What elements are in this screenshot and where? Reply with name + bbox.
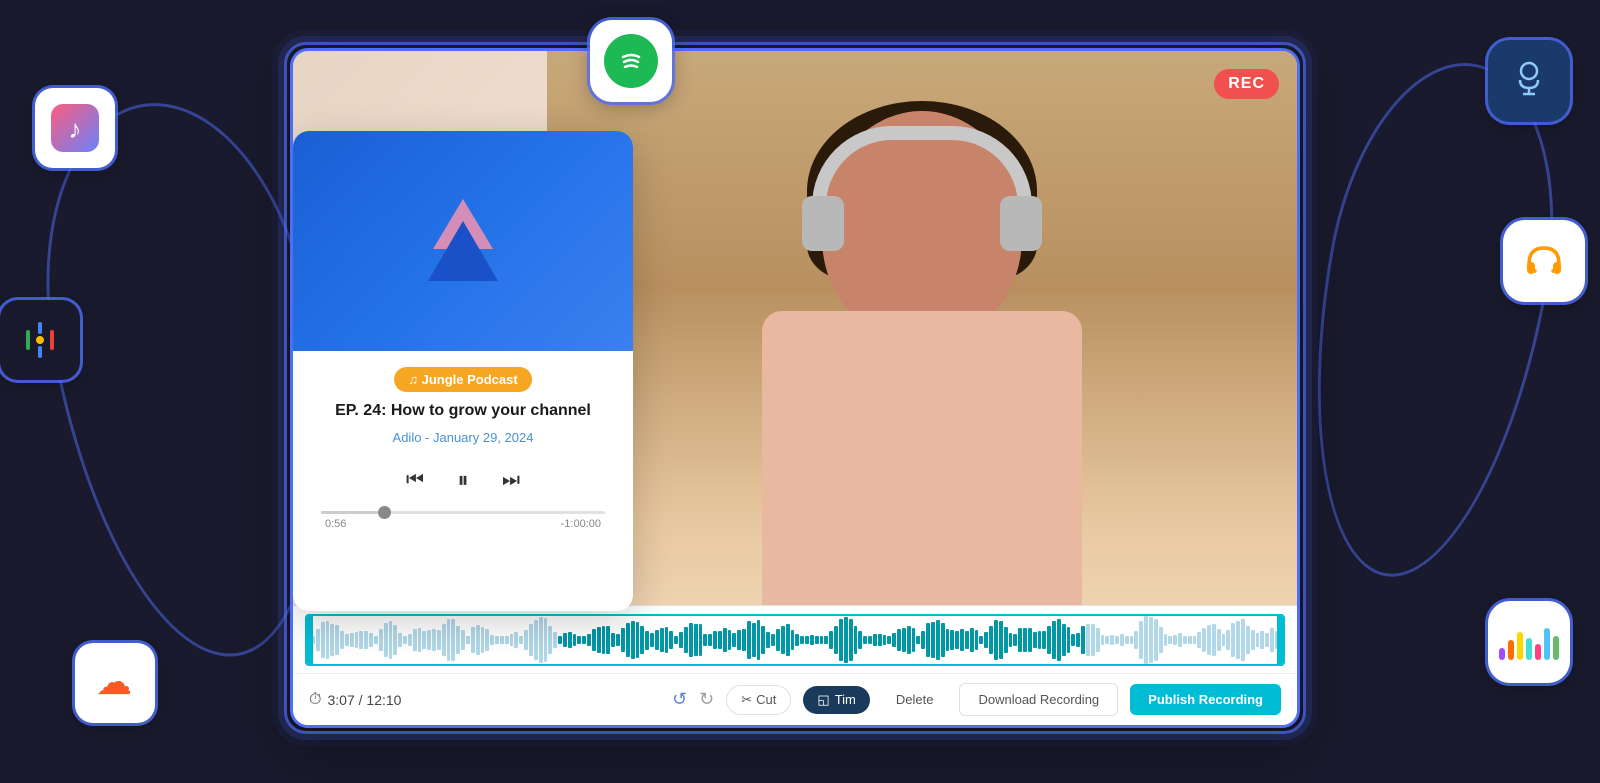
undo-button[interactable]: ↺ xyxy=(672,689,687,710)
delete-button[interactable]: Delete xyxy=(882,686,948,713)
rewind-button[interactable]: ⏮ xyxy=(406,469,424,492)
redo-button[interactable]: ↻ xyxy=(699,689,714,710)
deezer-icon-button[interactable] xyxy=(1488,601,1570,683)
svg-text:♪: ♪ xyxy=(69,114,82,144)
spotify-icon-button[interactable] xyxy=(590,20,672,102)
pause-button[interactable]: ⏸ xyxy=(444,461,482,499)
waveform-track[interactable] xyxy=(305,614,1285,666)
svg-text:☁: ☁ xyxy=(96,661,132,702)
rec-badge: REC xyxy=(1214,69,1279,99)
download-recording-button[interactable]: Download Recording xyxy=(959,683,1118,716)
publish-recording-button[interactable]: Publish Recording xyxy=(1130,684,1281,715)
cut-button[interactable]: ✂ Cut xyxy=(726,685,791,715)
right-blob-decoration xyxy=(1277,45,1584,595)
main-window: REC ♫ Jungle Podcast EP. 24: How to g xyxy=(290,48,1300,728)
podcast-cover xyxy=(293,131,633,351)
spotify-logo-svg xyxy=(614,44,648,78)
video-area: REC xyxy=(547,51,1297,641)
headphones-left-cup xyxy=(802,196,844,251)
google-podcasts-icon-button[interactable] xyxy=(0,300,80,380)
tim-icon: ◱ xyxy=(817,692,829,708)
podcast-person-icon-button[interactable] xyxy=(1488,40,1570,122)
soundcloud-icon-button[interactable]: ☁ xyxy=(75,643,155,723)
cut-label: Cut xyxy=(756,692,776,707)
progress-fill xyxy=(321,511,378,514)
tim-button[interactable]: ◱ Tim xyxy=(803,686,869,714)
soundcloud-svg: ☁ xyxy=(90,658,140,708)
apple-music-svg: ♪ xyxy=(51,104,99,152)
headphones-right-cup xyxy=(1000,196,1042,251)
audible-icon-button[interactable] xyxy=(1503,220,1585,302)
current-time-label: 0:56 xyxy=(325,518,346,530)
player-controls: ⏮ ⏸ ⏭ xyxy=(406,461,520,499)
spotify-circle xyxy=(604,34,658,88)
progress-bar-container: 0:56 -1:00:00 xyxy=(313,511,613,530)
person-figure xyxy=(672,81,1172,641)
podcast-card-body: ♫ Jungle Podcast EP. 24: How to grow you… xyxy=(293,351,633,546)
timeline-area: ⏱ 3:07 / 12:10 ↺ ↻ ✂ Cut ◱ Tim xyxy=(293,605,1297,725)
bottom-toolbar: ⏱ 3:07 / 12:10 ↺ ↻ ✂ Cut ◱ Tim xyxy=(293,673,1297,725)
scissors-icon: ✂ xyxy=(741,692,752,708)
person-body xyxy=(762,311,1082,641)
podcast-title: EP. 24: How to grow your channel xyxy=(335,400,591,422)
waveform-handle-right[interactable] xyxy=(1277,616,1283,664)
time-value: 3:07 / 12:10 xyxy=(327,692,401,708)
podcast-person-svg xyxy=(1506,58,1552,104)
remaining-time-label: -1:00:00 xyxy=(561,518,601,530)
time-display: ⏱ 3:07 / 12:10 xyxy=(309,691,429,709)
podcast-logo-svg xyxy=(413,191,513,291)
waveform-handle-left[interactable] xyxy=(307,616,313,664)
apple-music-icon-button[interactable]: ♪ xyxy=(35,88,115,168)
podcast-author: Adilo - January 29, 2024 xyxy=(393,430,534,445)
podcast-tag: ♫ Jungle Podcast xyxy=(394,367,531,392)
deezer-bars xyxy=(1499,624,1559,660)
tim-label: Tim xyxy=(835,692,856,707)
progress-track[interactable] xyxy=(321,511,605,514)
fast-forward-button[interactable]: ⏭ xyxy=(502,469,520,492)
clock-icon: ⏱ xyxy=(309,691,321,709)
google-podcasts-svg xyxy=(18,318,62,362)
person-head xyxy=(822,111,1022,341)
audible-svg xyxy=(1519,236,1569,286)
scene: REC ♫ Jungle Podcast EP. 24: How to g xyxy=(0,0,1600,783)
waveform-inner xyxy=(307,616,1283,664)
waveform-container xyxy=(293,606,1297,673)
time-labels: 0:56 -1:00:00 xyxy=(321,518,605,530)
podcast-logo xyxy=(408,186,518,296)
podcast-card: ♫ Jungle Podcast EP. 24: How to grow you… xyxy=(293,131,633,611)
